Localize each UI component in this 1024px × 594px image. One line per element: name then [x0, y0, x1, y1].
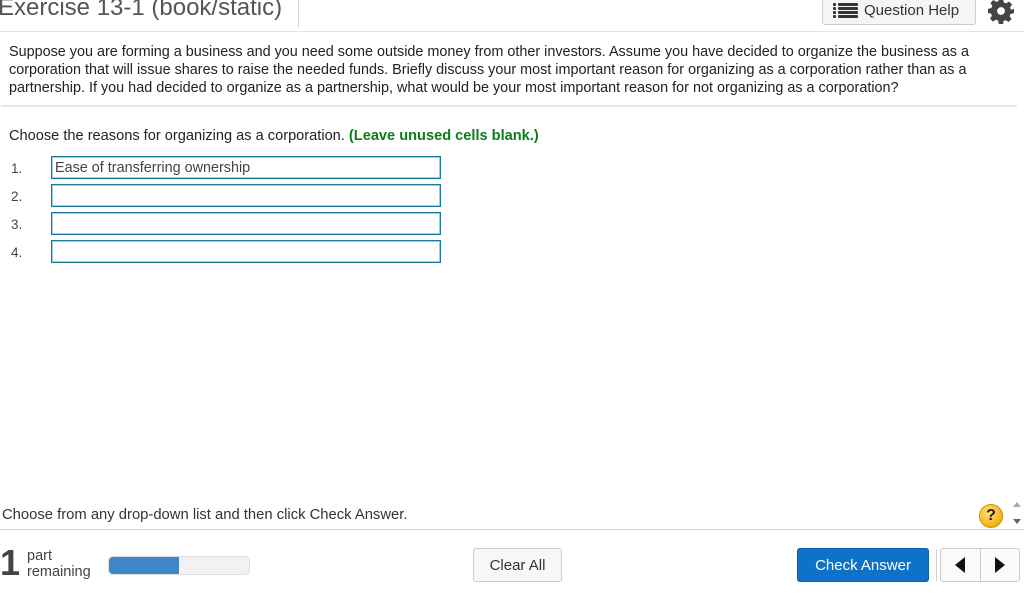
- triangle-right-icon: [994, 557, 1005, 573]
- divider: [1, 105, 1017, 107]
- title-divider: [298, 0, 299, 28]
- answer-field-3[interactable]: [51, 212, 441, 235]
- question-text: Suppose you are forming a business and y…: [9, 44, 969, 96]
- answer-row: 3.: [0, 212, 450, 236]
- answer-number: 4.: [11, 245, 23, 260]
- exercise-title: Exercise 13-1 (book/static): [0, 0, 283, 21]
- header: Exercise 13-1 (book/static) Question Hel…: [0, 0, 1024, 32]
- scroll-up-icon[interactable]: [1013, 502, 1021, 507]
- question-nav: [940, 548, 1020, 582]
- answer-row: 4.: [0, 240, 450, 264]
- question-help-label: Question Help: [864, 2, 960, 19]
- parts-remaining-count: 1: [0, 542, 21, 583]
- progress-fill: [109, 557, 179, 574]
- gear-icon[interactable]: [988, 0, 1014, 24]
- parts-label-line1: part: [27, 548, 52, 564]
- answer-row: 2.: [0, 184, 450, 208]
- nav-divider: [936, 549, 937, 581]
- answer-number: 1.: [11, 161, 23, 176]
- answer-row: 1.: [0, 156, 450, 180]
- instructions-hint: (Leave unused cells blank.): [348, 128, 539, 144]
- help-circle-icon[interactable]: ?: [979, 504, 1003, 528]
- footer-message: Choose from any drop-down list and then …: [2, 507, 408, 523]
- progress-bar: [108, 556, 250, 575]
- next-question-button[interactable]: [979, 549, 1020, 581]
- previous-question-button[interactable]: [941, 549, 980, 581]
- footer-divider: [0, 529, 1024, 530]
- question-help-button[interactable]: Question Help: [822, 0, 976, 25]
- parts-remaining-label: part remaining: [27, 548, 91, 580]
- answer-number: 3.: [11, 217, 23, 232]
- triangle-left-icon: [955, 557, 966, 573]
- answer-number: 2.: [11, 189, 23, 204]
- clear-all-button[interactable]: Clear All: [473, 548, 562, 582]
- parts-label-line2: remaining: [27, 564, 91, 580]
- answer-field-1[interactable]: [51, 156, 441, 179]
- answer-field-2[interactable]: [51, 184, 441, 207]
- list-icon: [833, 2, 859, 20]
- instructions: Choose the reasons for organizing as a c…: [9, 128, 539, 144]
- scroll-down-icon[interactable]: [1013, 519, 1021, 524]
- answer-field-4[interactable]: [51, 240, 441, 263]
- check-answer-button[interactable]: Check Answer: [797, 548, 929, 582]
- instructions-text: Choose the reasons for organizing as a c…: [9, 128, 345, 144]
